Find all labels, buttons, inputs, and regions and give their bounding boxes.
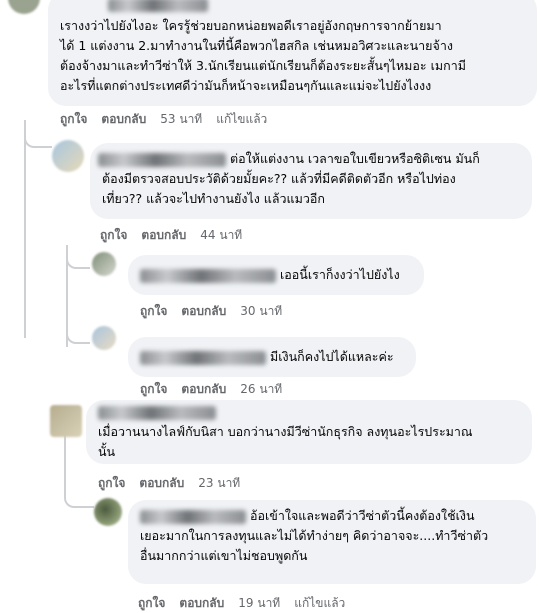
comment-text: เที่ยว?? แล้วจะไปทำงานยังไง แล้วแมวอีก (102, 191, 325, 206)
reply-button[interactable]: ตอบกลับ (101, 110, 146, 129)
like-button[interactable]: ถูกใจ (140, 380, 167, 399)
timestamp[interactable]: 44 นาที (200, 226, 242, 245)
timestamp[interactable]: 19 นาที (238, 594, 280, 613)
thread-connector (66, 320, 90, 344)
comment-text: ได้ 1 แต่งงาน 2.มาทำงานในที่นี้คือพวกไฮส… (60, 38, 453, 53)
timestamp[interactable]: 53 นาที (160, 110, 202, 129)
comment-text: มีเงินก็คงไปได้แหละค่ะ (270, 349, 394, 364)
thread-connector (66, 245, 90, 269)
reply-button[interactable]: ตอบกลับ (179, 594, 224, 613)
comment-actions: ถูกใจ ตอบกลับ 30 นาที (140, 302, 282, 321)
commenter-name[interactable] (140, 268, 276, 283)
comment-bubble: ต่อให้แต่งงาน เวลาขอใบเขียวหรือซิติเซน ม… (90, 143, 532, 219)
comment-bubble: เมื่อวานนางไลฟ์กับนิสา บอกว่านางมีวีซ่าน… (86, 400, 532, 464)
comment-bubble: อ้อเข้าใจและพอดีว่าวีซ่าตัวนี้คงต้องใช้เ… (128, 500, 536, 584)
comment-text: เยอะมากในการลงทุนและไม่ได้ทำง่ายๆ คิดว่า… (140, 528, 489, 543)
comment-actions: ถูกใจ ตอบกลับ 19 นาที แก้ไขแล้ว (138, 594, 345, 613)
commenter-name[interactable] (140, 509, 246, 524)
like-button[interactable]: ถูกใจ (100, 226, 127, 245)
reply-button[interactable]: ตอบกลับ (141, 226, 186, 245)
comment-text: ต้องมีตรวจสอบประวัติด้วยมั้ยคะ?? แล้วที่… (102, 171, 456, 186)
timestamp[interactable]: 30 นาที (240, 302, 282, 321)
commenter-name[interactable] (108, 0, 208, 12)
thread-connector (64, 470, 94, 508)
thread-connector (24, 120, 52, 148)
commenter-name[interactable] (140, 350, 266, 365)
reply-button[interactable]: ตอบกลับ (181, 302, 226, 321)
timestamp[interactable]: 23 นาที (198, 474, 240, 493)
commenter-name[interactable] (98, 152, 226, 167)
reply-button[interactable]: ตอบกลับ (139, 474, 184, 493)
comment-bubble: เออนี้เราก็งงว่าไปยังไง (128, 255, 424, 295)
comment-text: นั้น (98, 444, 116, 459)
comment-text: อื่นมากกว่าแต่เขาไม่ชอบพูดกัน (140, 548, 308, 563)
avatar[interactable] (92, 326, 116, 350)
comment-bubble: เรางงว่าไปยังไงอะ ใครรู้ช่วยบอกหน่อยพอดี… (48, 0, 537, 106)
avatar[interactable] (50, 405, 82, 437)
comment-text: อะไรที่แตกต่างประเทศดีว่ามันก็หน้าจะเหมื… (60, 78, 432, 93)
reply-button[interactable]: ตอบกลับ (181, 380, 226, 399)
avatar[interactable] (92, 252, 116, 276)
comment-text: ต้องจ้างมาและทำวีซ่าให้ 3.นักเรียนแต่นัก… (60, 58, 466, 73)
timestamp[interactable]: 26 นาที (240, 380, 282, 399)
commenter-name[interactable] (98, 406, 216, 420)
avatar[interactable] (8, 0, 40, 14)
edited-label: แก้ไขแล้ว (294, 596, 346, 610)
edited-label: แก้ไขแล้ว (216, 112, 268, 126)
comment-bubble: มีเงินก็คงไปได้แหละค่ะ (128, 337, 416, 377)
avatar[interactable] (52, 140, 84, 172)
comment-text: ต่อให้แต่งงาน เวลาขอใบเขียวหรือซิติเซน ม… (230, 151, 480, 166)
comment-actions: ถูกใจ ตอบกลับ 44 นาที (100, 226, 242, 245)
comment-actions: ถูกใจ ตอบกลับ 23 นาที (98, 474, 240, 493)
thread-line (24, 122, 26, 338)
like-button[interactable]: ถูกใจ (98, 474, 125, 493)
comment-text: เมื่อวานนางไลฟ์กับนิสา บอกว่านางมีวีซ่าน… (98, 424, 473, 439)
like-button[interactable]: ถูกใจ (60, 110, 87, 129)
comment-actions: ถูกใจ ตอบกลับ 26 นาที (140, 380, 282, 399)
comment-text: เออนี้เราก็งงว่าไปยังไง (280, 267, 400, 282)
comment-text: เรางงว่าไปยังไงอะ ใครรู้ช่วยบอกหน่อยพอดี… (60, 18, 442, 33)
comment-text: อ้อเข้าใจและพอดีว่าวีซ่าตัวนี้คงต้องใช้เ… (250, 508, 475, 523)
like-button[interactable]: ถูกใจ (138, 594, 165, 613)
like-button[interactable]: ถูกใจ (140, 302, 167, 321)
avatar[interactable] (94, 498, 122, 526)
comment-actions: ถูกใจ ตอบกลับ 53 นาที แก้ไขแล้ว (60, 110, 267, 129)
